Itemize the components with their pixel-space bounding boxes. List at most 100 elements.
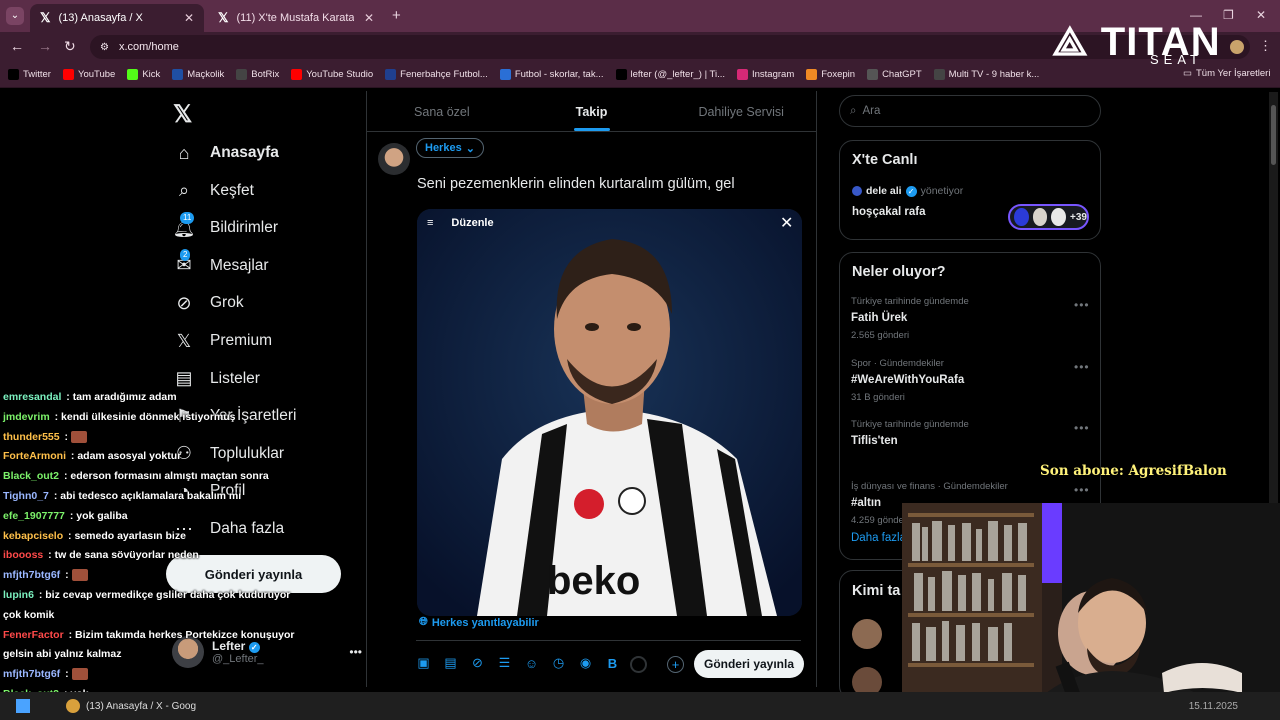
remove-media-close-icon[interactable]: ✕ — [780, 213, 793, 233]
sidebar-item-bell[interactable]: 🔔︎ 11 Bildirimler — [172, 210, 278, 246]
sidebar-item-home[interactable]: ⌂ Anasayfa — [172, 135, 279, 171]
maximize-icon[interactable]: ❐ — [1223, 8, 1234, 22]
taskbar-window-title[interactable]: (13) Anasayfa / X - Goog — [86, 701, 196, 712]
webcam-overlay — [902, 503, 1280, 720]
emoji-icon[interactable]: ☺ — [524, 656, 539, 671]
search-input[interactable]: ⌕ Ara — [839, 95, 1101, 127]
trend-count: 2.565 gönderi — [851, 330, 910, 341]
edit-media-label[interactable]: Düzenle — [451, 217, 493, 229]
bold-icon[interactable]: B — [605, 656, 620, 671]
sidebar-item-mail[interactable]: ✉ 2 Mesajlar — [172, 248, 269, 284]
trend-category: Spor · Gündemdekiler — [851, 357, 944, 369]
schedule-icon[interactable]: ◷ — [551, 655, 566, 671]
poll-icon[interactable]: ☰ — [497, 655, 512, 671]
bookmark-item[interactable]: ChatGPT — [867, 69, 922, 80]
bookmark-item[interactable]: Multi TV - 9 haber k... — [933, 69, 1039, 80]
scrollbar-thumb[interactable] — [1271, 105, 1276, 165]
tab-list[interactable]: Dahiliye Servisi — [666, 92, 816, 131]
chat-username: FenerFactor — [3, 628, 64, 641]
search-icon: ⌕ — [178, 180, 190, 201]
avatar[interactable] — [852, 619, 882, 649]
trend-more-icon[interactable]: ••• — [1074, 421, 1090, 435]
chat-separator: : — [68, 450, 78, 463]
all-bookmarks[interactable]: ▭ Tüm Yer İşaretleri — [1183, 68, 1270, 79]
chat-message: mfjth7btg6f : — [3, 665, 303, 685]
trend-more-icon[interactable]: ••• — [1074, 298, 1090, 312]
tab-close-icon[interactable]: ✕ — [364, 11, 374, 25]
compose-textarea[interactable]: Seni pezemenklerin elinden kurtaralım gü… — [417, 176, 735, 192]
chat-message: Tighn0_7 : abi tedesco açıklamalara baka… — [3, 487, 303, 507]
space-title: hoşçakal rafa — [852, 206, 926, 218]
back-icon[interactable]: ← — [10, 38, 24, 54]
botrix-icon — [236, 69, 248, 80]
chat-message: thunder555 : — [3, 428, 303, 448]
chat-separator: : — [45, 549, 55, 562]
browser-tab-active[interactable]: 𝕏 (13) Anasayfa / X ✕ — [30, 4, 204, 32]
tab-following[interactable]: Takip — [517, 92, 667, 131]
location-icon[interactable]: ◉ — [578, 655, 593, 671]
reply-setting[interactable]: 🌐︎ Herkes yanıtlayabilir — [419, 616, 539, 629]
start-icon[interactable] — [16, 699, 30, 713]
home-icon: ⌂ — [178, 142, 190, 163]
close-window-icon[interactable]: ✕ — [1256, 8, 1266, 22]
x-icon — [8, 69, 19, 80]
submit-post-button[interactable]: Gönderi yayınla — [694, 650, 804, 678]
audience-selector[interactable]: Herkes ⌄ — [416, 138, 484, 158]
chat-text: tam aradığımız adam — [72, 391, 177, 403]
profile-avatar-icon[interactable] — [1230, 40, 1244, 54]
add-post-icon[interactable]: + — [667, 656, 684, 673]
search-icon: ⌕ — [850, 104, 857, 117]
media-toolbar: ≡ Düzenle — [417, 209, 802, 237]
live-listeners-pill[interactable]: +39 — [1008, 204, 1089, 230]
chat-message: Black_out2 : ederson formasını almıştı m… — [3, 467, 303, 487]
fenerbahce-icon — [385, 69, 397, 80]
chat-text: semedo ayarlasın bize — [74, 529, 186, 542]
browser-tab[interactable]: 𝕏 (11) X'te Mustafa Karataş: "... ✕ — [208, 4, 384, 32]
bookmark-item[interactable]: Kick — [127, 69, 160, 80]
tab-search-button[interactable]: ⌄ — [6, 7, 24, 25]
more-dots-icon[interactable]: ••• — [349, 645, 362, 659]
forward-icon[interactable]: → — [38, 38, 52, 54]
bookmark-item[interactable]: lefter (@_lefter_) | Ti... — [615, 69, 725, 80]
bookmark-item[interactable]: Fenerbahçe Futbol... — [385, 69, 488, 80]
bookmark-item[interactable]: Foxepin — [806, 69, 855, 80]
trend-category: Türkiye tarihinde gündemde — [851, 419, 969, 430]
chat-text: yok galiba — [76, 509, 128, 522]
sidebar-item-x[interactable]: 𝕏 Premium — [172, 323, 272, 359]
sidebar-item-grok[interactable]: ⊘ Grok — [172, 285, 243, 321]
mackolik-icon — [172, 69, 184, 80]
chrome-taskbar-icon[interactable] — [66, 699, 80, 713]
character-progress-ring — [630, 656, 647, 673]
grok-icon[interactable]: ⊘ — [470, 655, 485, 671]
tab-close-icon[interactable]: ✕ — [184, 11, 194, 25]
tab-for-you[interactable]: Sana özel — [367, 92, 517, 131]
trend-more-icon[interactable]: ••• — [1074, 360, 1090, 374]
reload-icon[interactable]: ↻ — [64, 38, 76, 55]
trend-more-icon[interactable]: ••• — [1074, 483, 1090, 497]
notification-badge: 2 — [180, 249, 191, 262]
bookmark-item[interactable]: Maçkolik — [172, 69, 224, 80]
grok-icon: ⊘ — [176, 292, 192, 313]
show-more-link[interactable]: Daha fazla — [851, 532, 906, 544]
gif-icon[interactable]: ▤ — [443, 655, 458, 671]
chat-separator: : — [61, 470, 71, 483]
menu-kebab-icon[interactable]: ⋮ — [1259, 38, 1272, 54]
sidebar-item-search[interactable]: ⌕ Keşfet — [172, 173, 254, 209]
tab-title: (11) X'te Mustafa Karataş: "... — [236, 12, 355, 24]
bookmark-item[interactable]: YouTube Studio — [291, 69, 373, 80]
image-icon[interactable]: ▣ — [416, 655, 431, 671]
attached-image[interactable]: beko — [417, 209, 802, 616]
menu-icon[interactable]: ≡ — [427, 217, 433, 229]
bookmark-item[interactable]: Instagram — [737, 69, 794, 80]
bookmark-item[interactable]: Twitter — [8, 69, 51, 80]
avatar[interactable] — [378, 143, 410, 175]
site-info-icon[interactable]: ⚙ — [100, 42, 109, 53]
bookmark-item[interactable]: BotRix — [236, 69, 279, 80]
bookmark-item[interactable]: YouTube — [62, 69, 115, 80]
trend-name: #altın — [851, 496, 882, 509]
x-logo-icon[interactable]: 𝕏 — [173, 100, 192, 129]
chat-message: emresandal : tam aradığımız adam — [3, 388, 303, 408]
bookmark-item[interactable]: Futbol - skorlar, tak... — [499, 69, 604, 80]
trend-category: Türkiye tarihinde gündemde — [851, 296, 969, 307]
new-tab-icon[interactable]: + — [392, 7, 401, 24]
